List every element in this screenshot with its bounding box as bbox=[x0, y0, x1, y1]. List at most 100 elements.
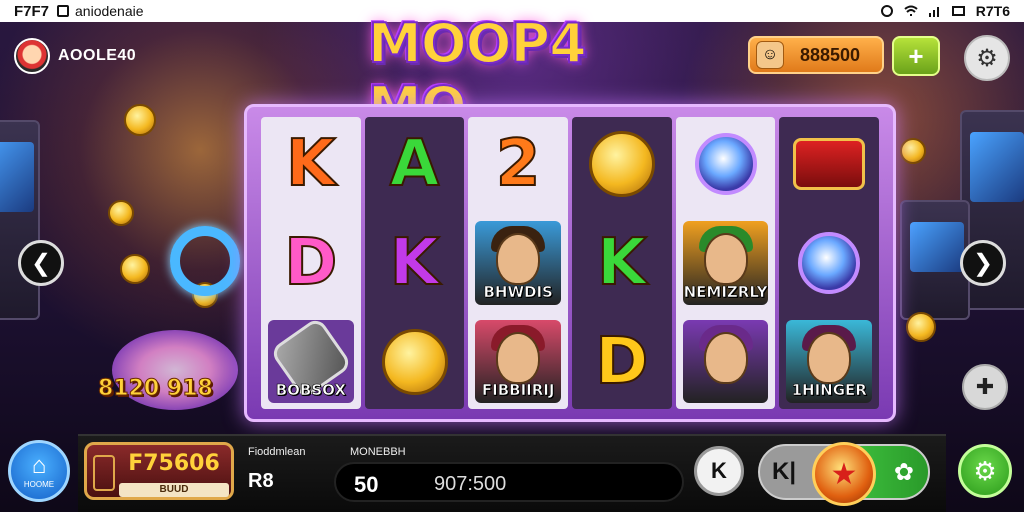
gem-icon bbox=[694, 133, 757, 196]
face-icon bbox=[496, 331, 541, 384]
reel-6: 1HINGER bbox=[779, 117, 880, 409]
puzzle-icon: ✚ bbox=[975, 374, 995, 399]
chevron-left-icon: ❮ bbox=[30, 249, 52, 277]
player-name: AOOLE40 bbox=[58, 47, 137, 64]
reel-1: K D BOBSOX bbox=[261, 117, 361, 409]
letter-symbol: K bbox=[389, 225, 441, 301]
treasure-chest-icon bbox=[793, 138, 866, 191]
reel-4: KD bbox=[572, 117, 672, 409]
win-value: 907:500 bbox=[434, 473, 507, 495]
reel-symbol: NEMIZRLY bbox=[676, 216, 776, 311]
slot-reels: K D BOBSOX A K 2 BHWDIS FIBBIIRIJ K D NEMIZRLY 1HIN… bbox=[261, 117, 880, 409]
prev-bet-button[interactable]: K| bbox=[772, 458, 796, 486]
status-app: aniodenaie bbox=[57, 3, 144, 19]
reel-symbol bbox=[779, 117, 879, 212]
add-coins-button[interactable]: + bbox=[892, 36, 940, 76]
balance-box: F75606 BUUD bbox=[84, 442, 234, 500]
game-logo: MOOP4 MO bbox=[367, 11, 668, 139]
cursor-button[interactable]: K bbox=[694, 446, 744, 496]
letter-symbol: D bbox=[283, 225, 338, 301]
gem-icon bbox=[798, 232, 861, 294]
letter-symbol: K bbox=[285, 126, 337, 202]
stat-left-label: Fioddmlean bbox=[248, 446, 306, 458]
character-portrait: FIBBIIRIJ bbox=[475, 320, 562, 404]
coin-icon bbox=[120, 254, 150, 284]
autoplay-button[interactable]: ✿ bbox=[894, 458, 914, 487]
symbol-label: BHWDIS bbox=[483, 282, 553, 301]
jackpot-text: 8120 918 bbox=[98, 375, 214, 401]
status-right: R7T6 bbox=[880, 3, 1010, 19]
coin-icon bbox=[124, 104, 156, 136]
coin-balance-value: 888500 bbox=[800, 44, 861, 65]
stat-right-label: MONEBBH bbox=[350, 446, 406, 458]
game-screen: F7F7 aniodenaie R7T6 8120 918 AOOLE40 MO… bbox=[0, 0, 1024, 512]
player-profile[interactable]: AOOLE40 bbox=[14, 36, 136, 76]
reel-symbol bbox=[365, 314, 465, 409]
settings-button-bottom[interactable]: ⚙ bbox=[958, 444, 1012, 498]
reel-symbol: K bbox=[572, 216, 672, 311]
symbol-label: NEMIZRLY bbox=[683, 282, 768, 301]
letter-symbol: D bbox=[594, 324, 649, 400]
symbol-label: FIBBIIRIJ bbox=[481, 381, 555, 400]
home-icon: ⌂ bbox=[31, 451, 47, 479]
symbol-label: 1HINGER bbox=[791, 381, 867, 400]
status-time: F7F7 bbox=[14, 2, 50, 20]
letter-symbol: K bbox=[596, 225, 648, 301]
status-app-name: aniodenaie bbox=[75, 3, 144, 19]
symbol-label: BOBSOX bbox=[275, 381, 346, 400]
reel-symbol bbox=[676, 117, 776, 212]
next-button[interactable]: ❯ bbox=[960, 240, 1006, 286]
cursor-icon: K bbox=[711, 458, 727, 483]
reel-symbol: K bbox=[365, 216, 465, 311]
gear-icon: ⚙ bbox=[973, 455, 997, 486]
previous-button[interactable]: ❮ bbox=[18, 240, 64, 286]
character-portrait bbox=[682, 320, 769, 404]
coin-icon bbox=[108, 200, 134, 226]
plus-icon: + bbox=[908, 40, 924, 71]
star-spin-icon: ★ bbox=[830, 457, 858, 491]
face-icon bbox=[496, 233, 541, 286]
home-label: HOOME bbox=[23, 479, 55, 489]
bet-display: 50 907:500 bbox=[334, 462, 684, 502]
arcade-machine-left bbox=[0, 120, 40, 320]
character-portrait: NEMIZRLY bbox=[682, 221, 769, 305]
letter-symbol: A bbox=[389, 126, 441, 202]
face-icon bbox=[703, 233, 748, 286]
character-portrait: 1HINGER bbox=[786, 320, 873, 404]
coin-balance: ☺ 888500 bbox=[748, 36, 884, 74]
face-icon bbox=[703, 331, 748, 384]
chevron-right-icon: ❯ bbox=[972, 249, 994, 277]
reel-2: AK bbox=[364, 117, 465, 409]
wallet-icon bbox=[93, 455, 115, 491]
reel-symbol: FIBBIIRIJ bbox=[468, 314, 568, 409]
gear-icon: ⚙ bbox=[976, 44, 998, 72]
gold-coin-icon bbox=[381, 328, 448, 395]
reel-symbol: 2 bbox=[468, 117, 568, 212]
reel-symbol bbox=[779, 216, 879, 311]
reel-symbol: BOBSOX bbox=[261, 314, 361, 409]
reel-3: 2 BHWDIS FIBBIIRIJ bbox=[468, 117, 569, 409]
settings-button[interactable]: ⚙ bbox=[964, 35, 1010, 81]
character-portrait: BHWDIS bbox=[475, 221, 562, 305]
battery-icon bbox=[951, 6, 965, 16]
signal-icon bbox=[928, 7, 939, 17]
home-button[interactable]: ⌂ HOOME bbox=[8, 440, 70, 502]
app-icon bbox=[57, 5, 70, 17]
reel-symbol: 1HINGER bbox=[779, 314, 879, 409]
status-right-text: R7T6 bbox=[975, 3, 1010, 19]
reel-symbol: D bbox=[261, 216, 361, 311]
reel-symbol: A bbox=[365, 117, 465, 212]
reel-symbol bbox=[676, 314, 776, 409]
reel-symbol: D bbox=[572, 314, 672, 409]
reel-5: NEMIZRLY bbox=[675, 117, 776, 409]
stat-left-value: R8 bbox=[248, 470, 274, 492]
bet-value: 50 bbox=[354, 472, 379, 497]
slot-reels-frame: K D BOBSOX A K 2 BHWDIS FIBBIIRIJ K D NEMIZRLY 1HIN… bbox=[244, 104, 896, 422]
spin-controls: K| ★ ✿ bbox=[758, 442, 930, 506]
spin-button[interactable]: ★ bbox=[812, 442, 876, 506]
avatar[interactable] bbox=[14, 38, 50, 74]
gold-coin-icon bbox=[588, 131, 655, 198]
reel-symbol: BHWDIS bbox=[468, 216, 568, 311]
puzzle-button[interactable]: ✚ bbox=[962, 364, 1008, 410]
balance-sub: BUUD bbox=[119, 483, 229, 497]
